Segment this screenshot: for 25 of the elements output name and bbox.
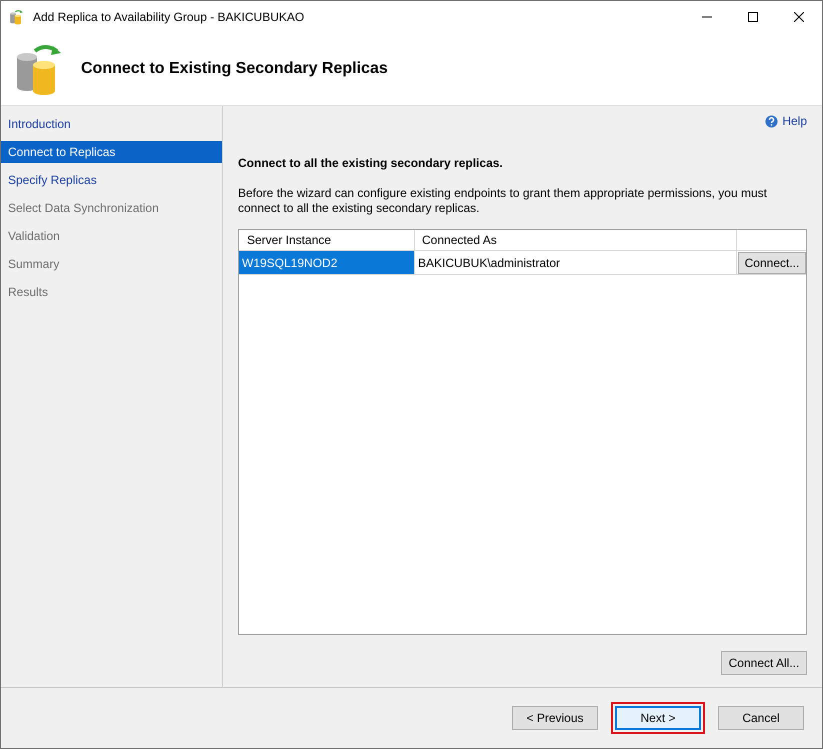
column-header[interactable]: Server Instance	[239, 230, 415, 250]
window-title: Add Replica to Availability Group - BAKICUBUKAO	[33, 9, 304, 26]
connect-all-button[interactable]: Connect All...	[721, 651, 807, 675]
sidebar-item[interactable]: Select Data Synchronization	[1, 197, 222, 219]
database-icon	[9, 9, 25, 25]
maximize-icon	[748, 12, 758, 22]
table-cell[interactable]: W19SQL19NOD2	[239, 251, 415, 274]
sidebar-item[interactable]: Summary	[1, 253, 222, 275]
wizard-button[interactable]: < Previous	[512, 706, 598, 730]
sidebar-item[interactable]: Validation	[1, 225, 222, 247]
wizard-button[interactable]: Next >	[615, 706, 701, 730]
description-text: Before the wizard can configure existing endpoints to grant them appropriate permissions, you must connect to all the existing secondary replicas.	[238, 186, 768, 216]
close-icon	[794, 12, 804, 22]
section-heading: Connect to all the existing secondary replicas.	[238, 155, 504, 172]
sidebar-item[interactable]: Specify Replicas	[1, 169, 222, 191]
wizard-button[interactable]: Cancel	[718, 706, 804, 730]
help-link[interactable]: Help	[782, 112, 807, 130]
table-cell: BAKICUBUK\administrator	[415, 251, 737, 274]
sidebar-item[interactable]: Results	[1, 281, 222, 303]
page-title: Connect to Existing Secondary Replicas	[81, 59, 388, 79]
column-header[interactable]: Connected As	[415, 230, 737, 250]
connect-button[interactable]: Connect...	[738, 252, 806, 274]
sidebar-item[interactable]: Introduction	[1, 113, 222, 135]
help-icon	[765, 114, 778, 128]
sidebar-item[interactable]: Connect to Replicas	[1, 141, 222, 163]
